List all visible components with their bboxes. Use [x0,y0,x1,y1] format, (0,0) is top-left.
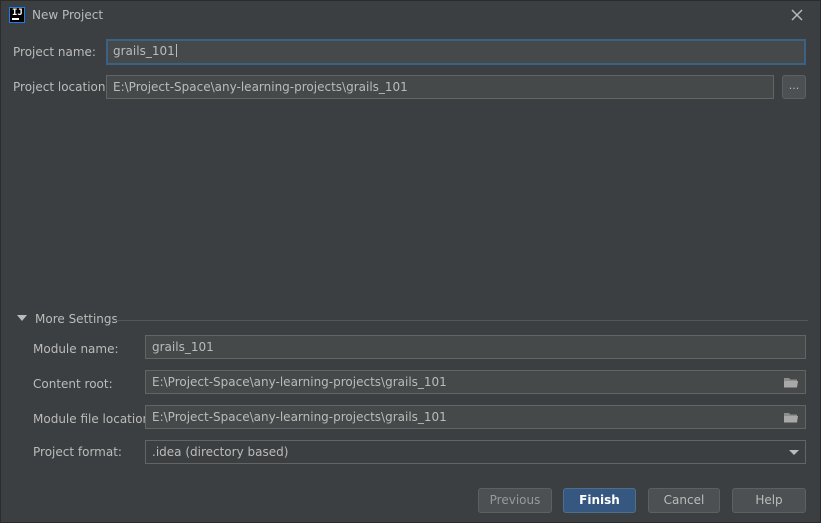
project-name-input[interactable]: grails_101 [106,39,806,65]
title-bar: IJ New Project [1,1,820,31]
project-format-select[interactable]: .idea (directory based) [145,440,806,464]
project-format-value: .idea (directory based) [152,445,289,459]
more-settings-toggle[interactable]: More Settings [17,311,808,329]
project-format-label: Project format: [33,445,122,459]
project-location-input[interactable]: E:\Project-Space\any-learning-projects\g… [106,75,774,99]
module-file-location-label: Module file location: [33,412,155,426]
chevron-down-icon [789,450,799,455]
app-icon-text: IJ [12,8,23,18]
finish-button[interactable]: Finish [563,488,636,513]
help-button[interactable]: Help [732,488,806,513]
project-name-label: Project name: [13,45,96,59]
module-name-input[interactable]: grails_101 [145,335,806,359]
triangle-down-icon [17,315,27,321]
section-divider [114,320,808,321]
folder-icon[interactable] [783,376,799,389]
project-location-label: Project location: [13,80,110,94]
module-name-label: Module name: [33,342,119,356]
window-title: New Project [32,8,104,22]
content-root-value: E:\Project-Space\any-learning-projects\g… [152,375,447,389]
cancel-button[interactable]: Cancel [648,488,720,513]
folder-icon[interactable] [783,411,799,424]
module-file-location-input[interactable]: E:\Project-Space\any-learning-projects\g… [145,405,806,429]
content-root-input[interactable]: E:\Project-Space\any-learning-projects\g… [145,370,806,394]
content-root-label: Content root: [33,377,113,391]
project-name-value: grails_101 [113,44,175,58]
new-project-dialog: IJ New Project Project name: grails_101 … [0,0,821,523]
previous-button[interactable]: Previous [478,488,552,513]
close-icon[interactable] [788,6,806,24]
browse-location-button[interactable]: ... [782,75,806,99]
module-file-location-value: E:\Project-Space\any-learning-projects\g… [152,410,447,424]
intellij-idea-icon: IJ [9,7,25,23]
more-settings-label: More Settings [35,312,118,326]
